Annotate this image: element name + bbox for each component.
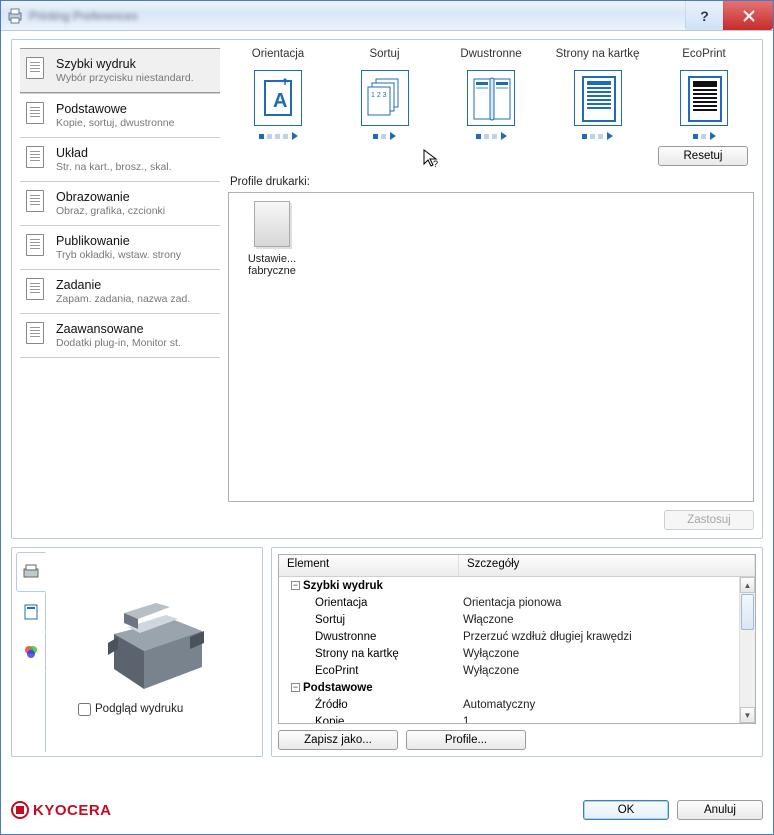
- help-button[interactable]: ?: [685, 1, 723, 30]
- profiles-button[interactable]: Profile...: [406, 730, 526, 750]
- sidebar-item-publishing[interactable]: PublikowanieTryb okładki, wstaw. strony: [20, 225, 220, 269]
- scroll-down[interactable]: ▼: [740, 707, 755, 723]
- printer-preview-image: [94, 589, 214, 699]
- option-label-duplex: Dwustronne: [445, 48, 537, 64]
- option-label-orientation: Orientacja: [232, 48, 324, 64]
- preview-tab-color[interactable]: [16, 632, 46, 672]
- scrollbar[interactable]: ▲ ▼: [739, 577, 755, 723]
- reset-button[interactable]: Resetuj: [658, 146, 748, 166]
- table-row[interactable]: SortujWłączone: [279, 611, 739, 628]
- table-row[interactable]: ŹródłoAutomatyczny: [279, 696, 739, 713]
- table-row[interactable]: −Podstawowe: [279, 679, 739, 696]
- upper-panel: Szybki wydrukWybór przycisku niestandard…: [11, 39, 763, 539]
- profiles-box: Ustawie... fabryczne: [228, 192, 754, 502]
- quickprint-pane: Orientacja A Sortuj 1 2 3: [228, 48, 754, 530]
- printer-icon: [7, 8, 23, 24]
- table-row[interactable]: DwustronnePrzerzuć wzdłuż długiej krawęd…: [279, 628, 739, 645]
- profiles-label: Profile drukarki:: [230, 176, 754, 188]
- option-label-ecoprint: EcoPrint: [658, 48, 750, 64]
- lower-panels: Podgląd wydruku Element Szczegóły −Szybk…: [11, 547, 763, 757]
- preview-panel: Podgląd wydruku: [11, 547, 263, 757]
- sidebar-item-advanced[interactable]: ZaawansowaneDodatki plug-in, Monitor st.: [20, 313, 220, 358]
- option-orientation[interactable]: A: [254, 70, 302, 126]
- option-label-collate: Sortuj: [339, 48, 431, 64]
- footer: KYOCERA OK Anuluj: [11, 796, 763, 824]
- sidebar-item-job[interactable]: ZadanieZapam. zadania, nazwa zad.: [20, 269, 220, 313]
- sidebar-item-quickprint[interactable]: Szybki wydrukWybór przycisku niestandard…: [20, 48, 220, 93]
- col-details[interactable]: Szczegóły: [459, 555, 755, 576]
- sidebar-item-basic[interactable]: PodstawoweKopie, sortuj, dwustronne: [20, 93, 220, 137]
- window-title: Printing Preferences: [29, 9, 685, 23]
- summary-panel: Element Szczegóły −Szybki wydrukOrientac…: [271, 547, 763, 757]
- preview-tab-page[interactable]: [16, 592, 46, 632]
- option-duplex[interactable]: [467, 70, 515, 126]
- sidebar-item-layout[interactable]: UkładStr. na kart., brosz., skal.: [20, 137, 220, 181]
- ok-button[interactable]: OK: [583, 800, 669, 820]
- scroll-thumb[interactable]: [741, 594, 754, 630]
- table-row[interactable]: EcoPrintWyłączone: [279, 662, 739, 679]
- titlebar[interactable]: Printing Preferences ?: [1, 1, 773, 31]
- tree-toggle[interactable]: −: [291, 683, 300, 692]
- print-preferences-window: Printing Preferences ? Szybki wydrukWybó…: [0, 0, 774, 835]
- preview-checkbox-input[interactable]: [78, 703, 91, 716]
- option-label-nup: Strony na kartkę: [552, 48, 644, 64]
- table-row[interactable]: OrientacjaOrientacja pionowa: [279, 594, 739, 611]
- table-row[interactable]: Strony na kartkęWyłączone: [279, 645, 739, 662]
- preview-tab-printer[interactable]: [16, 552, 46, 592]
- svg-text:A: A: [273, 90, 287, 112]
- preview-checkbox[interactable]: Podgląd wydruku: [78, 703, 183, 716]
- cancel-button[interactable]: Anuluj: [677, 800, 763, 820]
- profile-factory[interactable]: Ustawie... fabryczne: [237, 201, 307, 277]
- scroll-up[interactable]: ▲: [740, 577, 755, 593]
- svg-text:1 2 3: 1 2 3: [371, 92, 387, 99]
- tree-toggle[interactable]: −: [291, 581, 300, 590]
- table-row[interactable]: −Szybki wydruk: [279, 577, 739, 594]
- col-element[interactable]: Element: [279, 555, 459, 576]
- table-row[interactable]: Kopie1: [279, 713, 739, 723]
- option-ecoprint[interactable]: [680, 70, 728, 126]
- summary-table-body: −Szybki wydrukOrientacjaOrientacja piono…: [279, 577, 739, 723]
- kyocera-logo-icon: [11, 801, 29, 819]
- sidebar: Szybki wydrukWybór przycisku niestandard…: [20, 48, 220, 530]
- close-button[interactable]: [723, 1, 773, 30]
- apply-button: Zastosuj: [664, 510, 754, 530]
- sidebar-item-imaging[interactable]: ObrazowanieObraz, grafika, czcionki: [20, 181, 220, 225]
- quick-options-row: Orientacja A Sortuj 1 2 3: [228, 48, 754, 146]
- save-as-button[interactable]: Zapisz jako...: [278, 730, 398, 750]
- brand: KYOCERA: [11, 801, 112, 819]
- summary-table: Element Szczegóły −Szybki wydrukOrientac…: [278, 554, 756, 724]
- option-nup[interactable]: [574, 70, 622, 126]
- option-collate[interactable]: 1 2 3: [361, 70, 409, 126]
- close-icon: [743, 10, 755, 22]
